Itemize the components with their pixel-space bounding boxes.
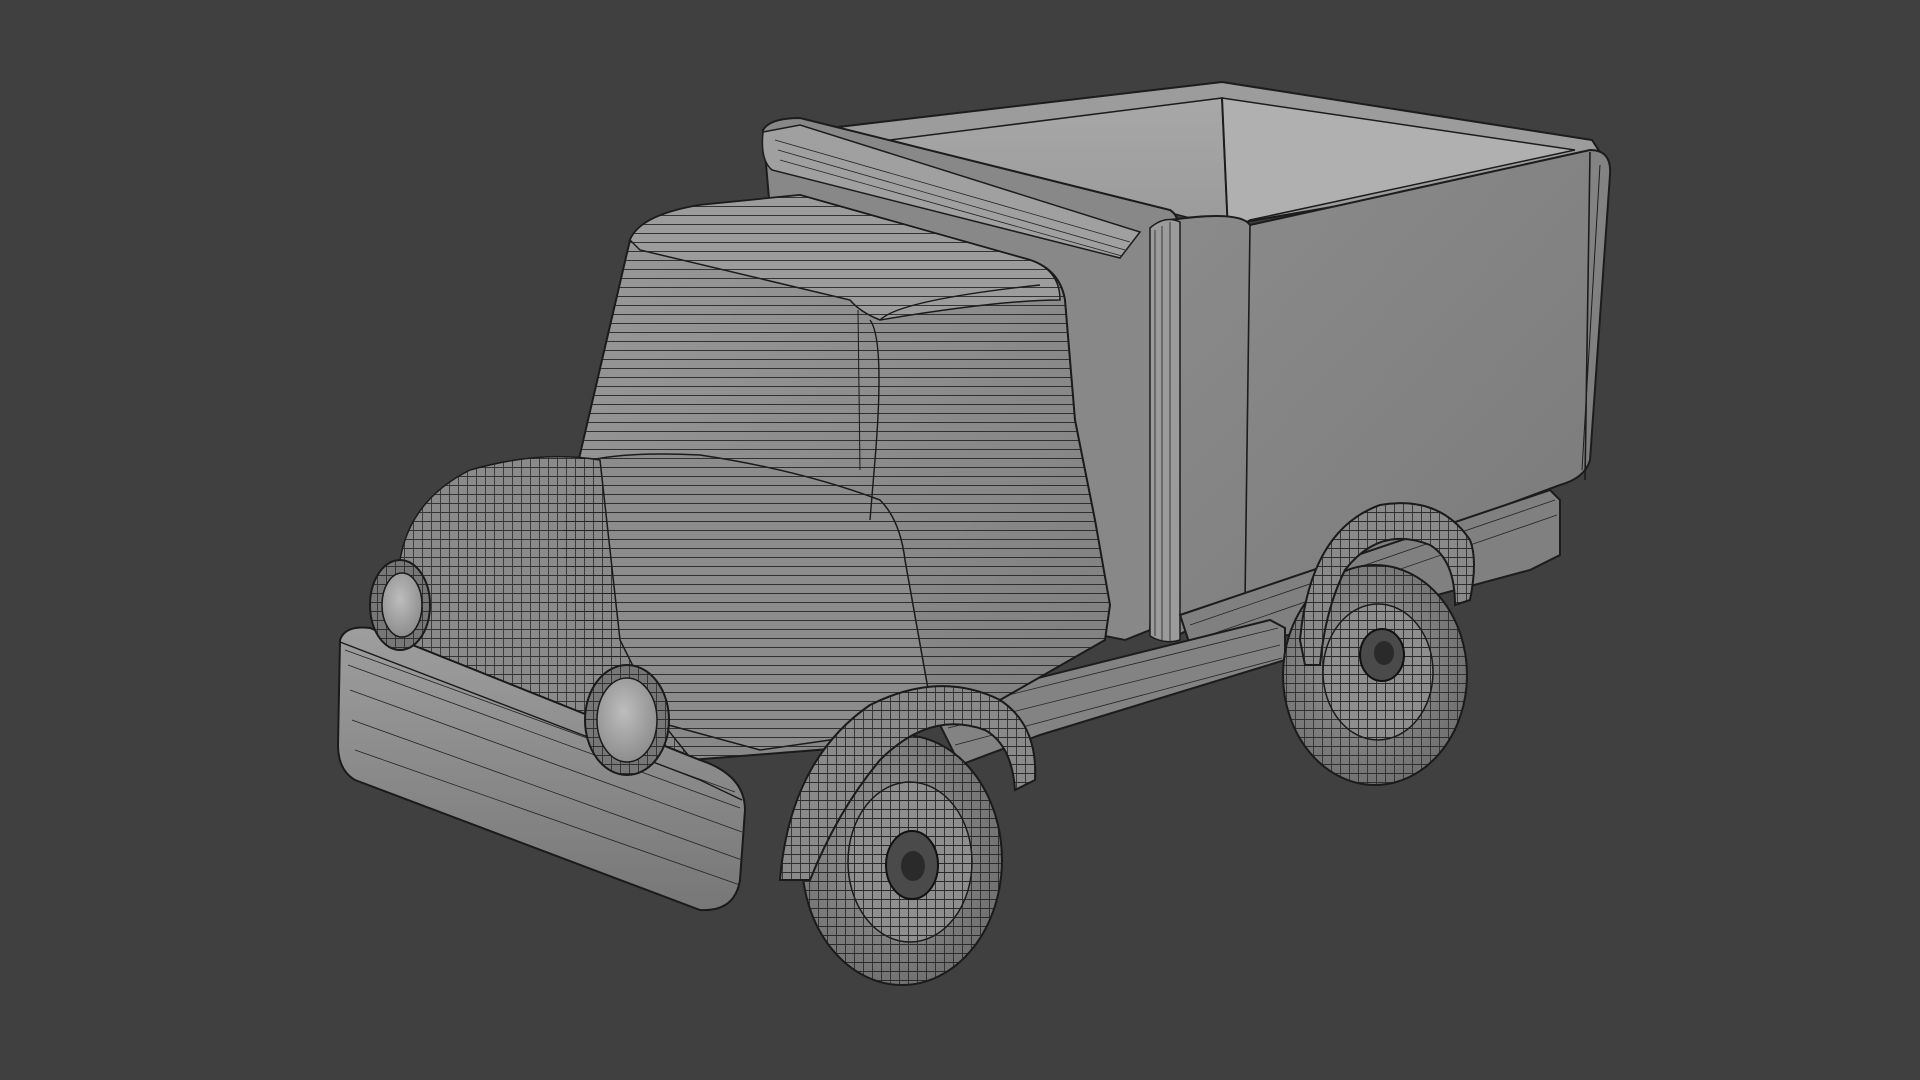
headlight-left xyxy=(369,559,431,651)
truck-render xyxy=(336,80,1612,986)
headlight-right xyxy=(584,664,670,776)
3d-viewport[interactable] xyxy=(0,0,1920,1080)
